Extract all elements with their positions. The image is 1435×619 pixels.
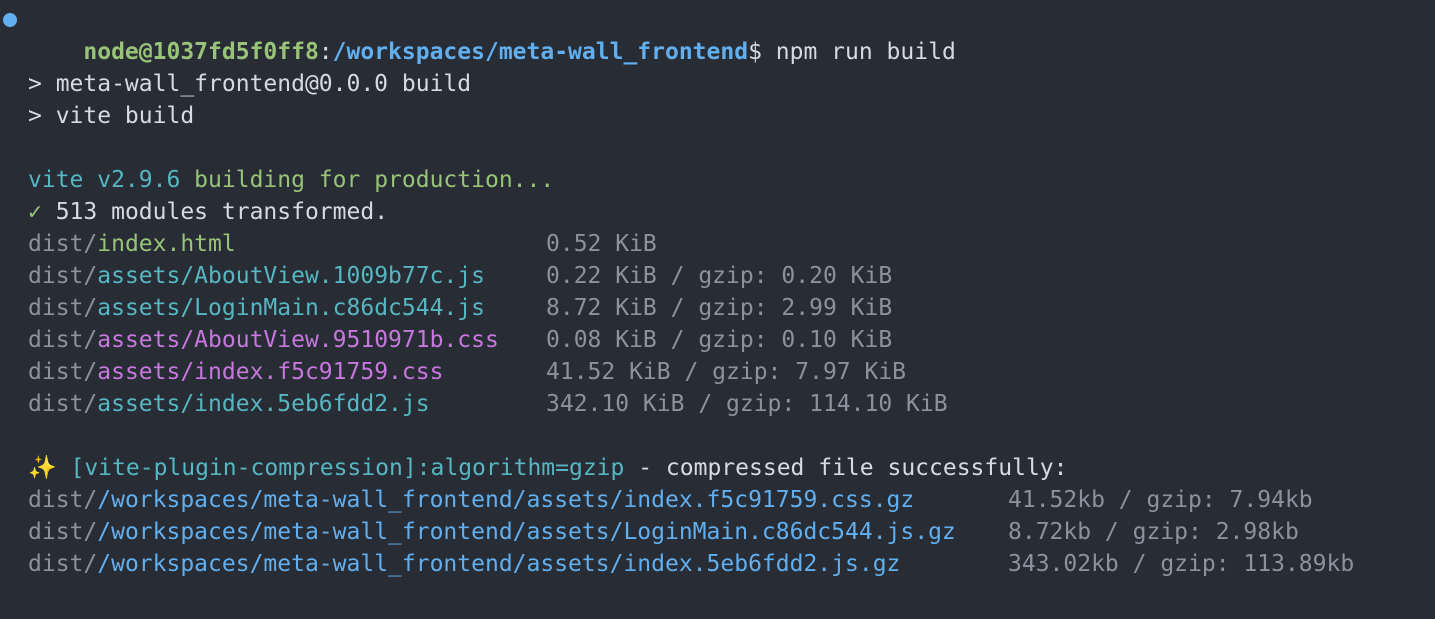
prompt-separator: : [318, 39, 333, 65]
script-line: > vite build [28, 103, 195, 129]
prompt-path: /workspaces/meta-wall_frontend [332, 39, 749, 65]
dist-file-size: 0.08 KiB / gzip: 0.10 KiB [546, 327, 893, 353]
prompt-user-host: node@1037fd5f0ff8 [83, 39, 319, 65]
dist-file-size: 0.52 KiB [546, 231, 657, 257]
vite-version: vite v2.9.6 [28, 167, 181, 193]
compressed-prefix: dist/ [28, 551, 98, 577]
command-status-dot-icon [3, 13, 17, 27]
compression-line: ✨ [vite-plugin-compression]:algorithm=gz… [0, 452, 1435, 484]
compressed-prefix: dist/ [28, 519, 98, 545]
compressed-file-row: dist//workspaces/meta-wall_frontend/asse… [0, 484, 1435, 516]
vite-building-line: vite v2.9.6 building for production... [0, 164, 1435, 196]
prompt-command: npm run build [761, 39, 956, 65]
dist-file-name: assets/AboutView.1009b77c.js [97, 263, 485, 289]
dist-file-name: assets/index.5eb6fdd2.js [97, 391, 430, 417]
dist-file-list: dist/index.html 0.52 KiB dist/assets/About… [0, 228, 1435, 420]
dist-prefix: dist/ [28, 327, 98, 353]
modules-transformed-line: ✓ 513 modules transformed. [0, 196, 1435, 228]
vite-building-text: building for production... [180, 167, 555, 193]
compressed-prefix: dist/ [28, 487, 98, 513]
modules-transformed-text: 513 modules transformed. [41, 199, 389, 225]
dist-file-name: assets/AboutView.9510971b.css [97, 327, 499, 353]
dist-file-name: assets/LoginMain.c86dc544.js [97, 295, 485, 321]
dist-prefix: dist/ [28, 263, 98, 289]
prompt-symbol: $ [748, 39, 762, 65]
dist-file-row: dist/assets/index.f5c91759.css 41.52 KiB … [0, 356, 1435, 388]
dist-prefix: dist/ [28, 391, 98, 417]
compressed-file-size: 343.02kb / gzip: 113.89kb [1008, 551, 1355, 577]
dist-file-name: assets/index.f5c91759.css [97, 359, 444, 385]
dist-file-size: 0.22 KiB / gzip: 0.20 KiB [546, 263, 893, 289]
compressed-file-path: /workspaces/meta-wall_frontend/assets/Lo… [97, 519, 956, 545]
dist-file-size: 8.72 KiB / gzip: 2.99 KiB [546, 295, 893, 321]
dist-prefix: dist/ [28, 231, 98, 257]
compressed-file-row: dist//workspaces/meta-wall_frontend/asse… [0, 516, 1435, 548]
dist-file-size: 342.10 KiB / gzip: 114.10 KiB [546, 391, 948, 417]
compressed-file-size: 8.72kb / gzip: 2.98kb [1008, 519, 1299, 545]
dist-file-row: dist/assets/AboutView.1009b77c.js 0.22 Ki… [0, 260, 1435, 292]
dist-file-size: 41.52 KiB / gzip: 7.97 KiB [546, 359, 907, 385]
prompt-line: node@1037fd5f0ff8:/workspaces/meta-wall_… [0, 4, 1435, 65]
compressed-file-path: /workspaces/meta-wall_frontend/assets/in… [97, 551, 901, 577]
check-icon: ✓ [28, 199, 42, 225]
script-line: > meta-wall_frontend@0.0.0 build [28, 71, 472, 97]
compressed-file-path: /workspaces/meta-wall_frontend/assets/in… [97, 487, 915, 513]
dist-file-row: dist/assets/index.5eb6fdd2.js 342.10 KiB … [0, 388, 1435, 420]
terminal-window[interactable]: node@1037fd5f0ff8:/workspaces/meta-wall_… [0, 0, 1435, 619]
dist-file-row: dist/assets/AboutView.9510971b.css 0.08 K… [0, 324, 1435, 356]
compression-plugin-text: [vite-plugin-compression]:algorithm=gzip [56, 455, 625, 481]
dist-prefix: dist/ [28, 359, 98, 385]
sparkle-icon: ✨ [28, 455, 57, 481]
compression-message: - compressed file successfully: [624, 455, 1068, 481]
compressed-file-size: 41.52kb / gzip: 7.94kb [1008, 487, 1313, 513]
dist-file-name: index.html [97, 231, 236, 257]
compressed-file-row: dist//workspaces/meta-wall_frontend/asse… [0, 548, 1435, 580]
dist-file-row: dist/assets/LoginMain.c86dc544.js 8.72 Ki… [0, 292, 1435, 324]
dist-file-row: dist/index.html 0.52 KiB [0, 228, 1435, 260]
compressed-file-list: dist//workspaces/meta-wall_frontend/asse… [0, 484, 1435, 580]
dist-prefix: dist/ [28, 295, 98, 321]
